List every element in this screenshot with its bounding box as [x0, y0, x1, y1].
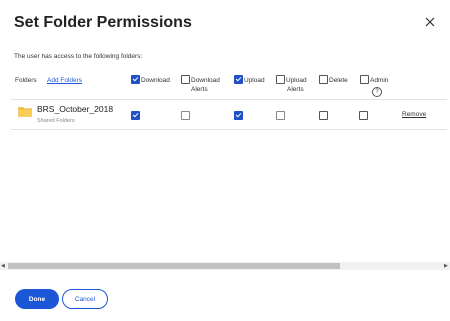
header-admin-checkbox[interactable] — [360, 75, 369, 84]
header-download-alerts-label2: Alerts — [191, 86, 208, 93]
header-upload-checkbox[interactable] — [234, 75, 243, 84]
row-delete-checkbox[interactable] — [319, 111, 328, 120]
page-title: Set Folder Permissions — [14, 14, 192, 31]
folders-header: Folders — [15, 77, 37, 84]
header-delete-label: Delete — [329, 77, 348, 84]
cancel-button[interactable]: Cancel — [62, 289, 108, 309]
table-header: Folders Add Folders Download Download Al… — [0, 74, 450, 100]
row-admin-checkbox[interactable] — [359, 111, 368, 120]
help-circle-icon[interactable]: ? — [372, 87, 382, 97]
remove-link[interactable]: Remove — [402, 111, 426, 118]
header-download: Download — [131, 75, 170, 87]
scroll-left-icon[interactable]: ◀ — [1, 263, 5, 269]
row-upload-alerts-checkbox[interactable] — [276, 111, 285, 120]
header-download-alerts-checkbox[interactable] — [181, 75, 190, 84]
scroll-right-icon[interactable]: ▶ — [444, 263, 448, 269]
table-row: BRS_October_2018 Shared Folders Remove — [11, 99, 447, 130]
header-download-alerts-label: Download — [191, 77, 220, 84]
header-admin-label: Admin — [370, 77, 389, 84]
header-upload: Upload — [234, 75, 265, 87]
horizontal-scrollbar[interactable]: ◀ ▶ — [0, 262, 450, 270]
intro-text: The user has access to the following fol… — [14, 53, 143, 60]
folder-icon — [18, 107, 32, 117]
folder-name: BRS_October_2018 — [37, 104, 114, 114]
header-download-label: Download — [141, 77, 170, 84]
header-upload-alerts-label2: Alerts — [287, 86, 304, 93]
header-upload-alerts-label: Upload — [286, 77, 307, 84]
header-upload-alerts-checkbox[interactable] — [276, 75, 285, 84]
row-download-checkbox[interactable] — [131, 111, 140, 120]
close-button[interactable] — [423, 15, 437, 29]
folder-subtitle: Shared Folders — [37, 118, 75, 124]
done-button[interactable]: Done — [15, 289, 59, 309]
row-download-alerts-checkbox[interactable] — [181, 111, 190, 120]
close-icon — [425, 17, 435, 27]
scrollbar-thumb[interactable] — [8, 263, 340, 269]
header-upload-label: Upload — [244, 77, 265, 84]
row-upload-checkbox[interactable] — [234, 111, 243, 120]
header-delete-checkbox[interactable] — [319, 75, 328, 84]
add-folders-link[interactable]: Add Folders — [47, 77, 82, 84]
header-download-checkbox[interactable] — [131, 75, 140, 84]
